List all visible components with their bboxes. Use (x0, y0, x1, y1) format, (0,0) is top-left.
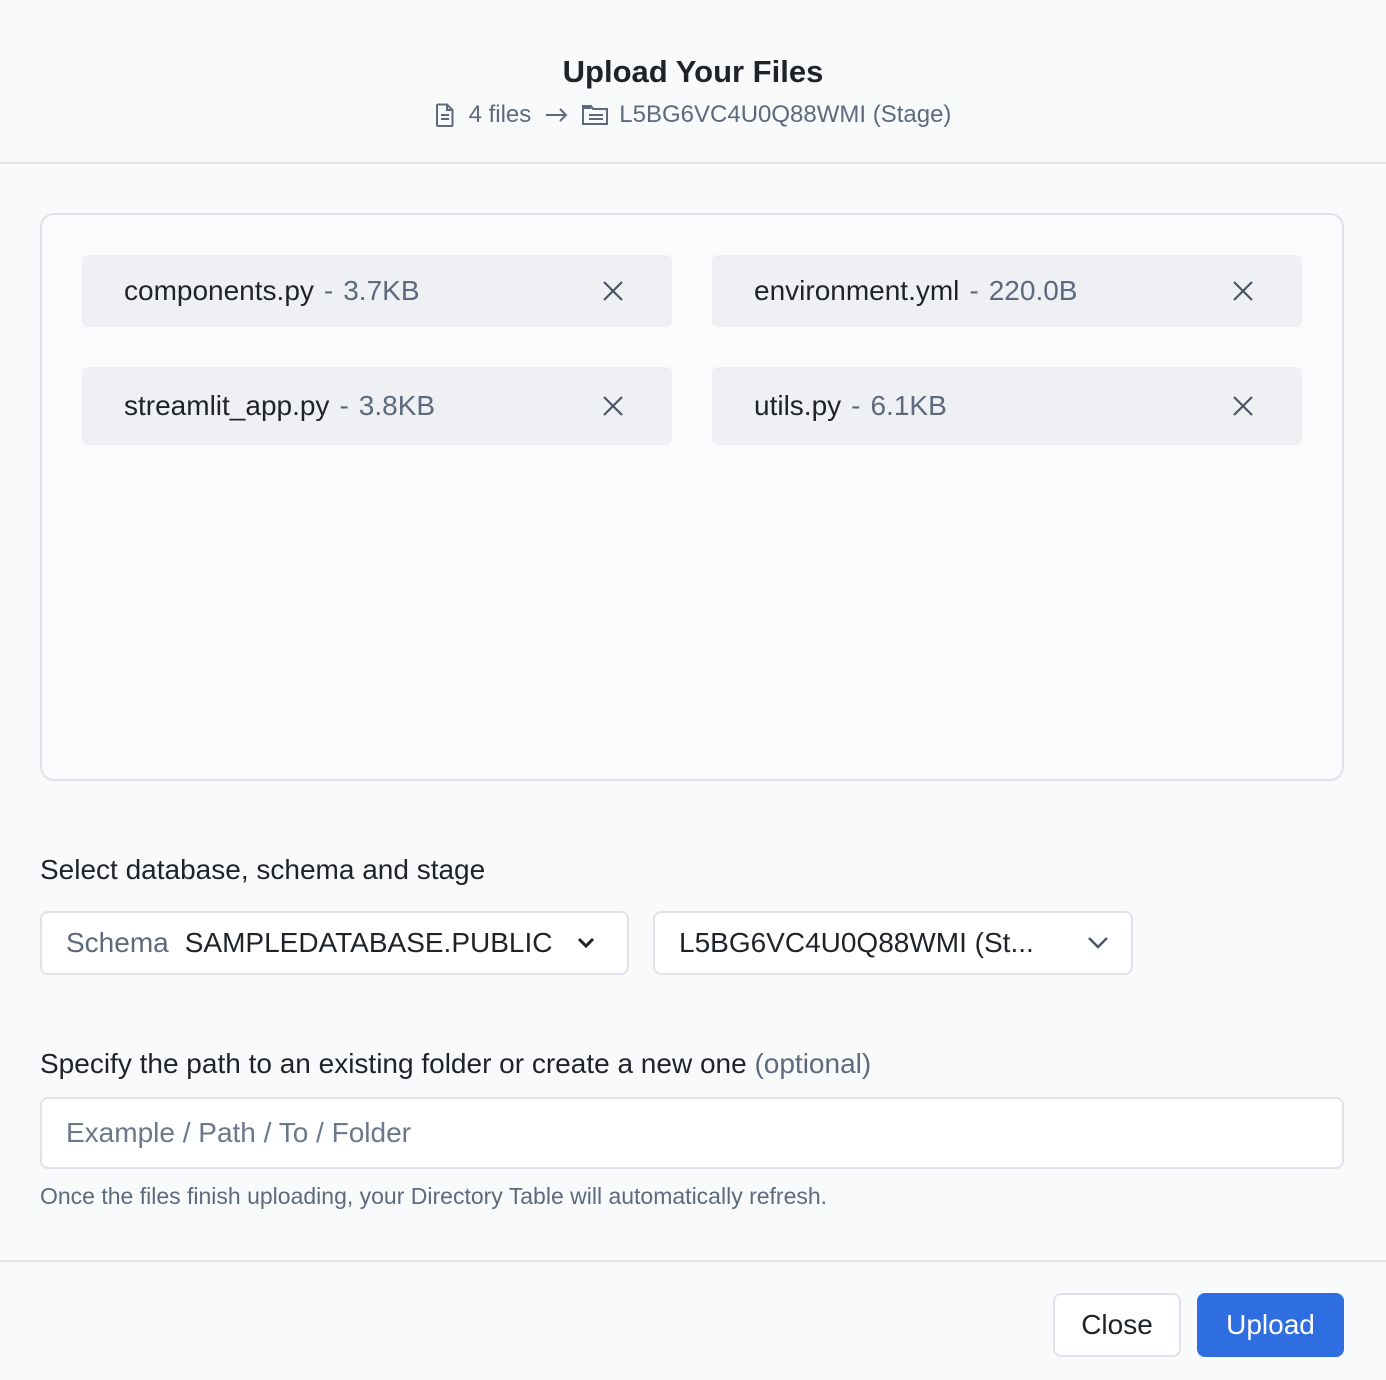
upload-button[interactable]: Upload (1197, 1293, 1344, 1357)
file-name: utils.py (754, 390, 842, 421)
file-separator: - (969, 275, 979, 306)
schema-prefix: Schema (66, 927, 169, 958)
dialog-title: Upload Your Files (562, 54, 824, 89)
location-label: Select database, schema and stage (40, 854, 486, 885)
file-size: 6.1KB (870, 390, 947, 421)
remove-file-icon[interactable] (600, 393, 626, 419)
refresh-hint: Once the files finish uploading, your Di… (40, 1183, 828, 1209)
file-icon (435, 103, 455, 127)
optional-tag: (optional) (754, 1048, 872, 1079)
file-name: streamlit_app.py (124, 390, 330, 421)
footer-divider (0, 1260, 1386, 1262)
stage-value: L5BG6VC4U0Q88WMI (St... (679, 927, 1034, 958)
path-label: Specify the path to an existing folder o… (40, 1046, 871, 1082)
path-label-text: Specify the path to an existing folder o… (40, 1048, 747, 1079)
file-separator: - (339, 390, 349, 421)
stage-select[interactable]: L5BG6VC4U0Q88WMI (St... (653, 911, 1133, 975)
file-name: environment.yml (754, 275, 960, 306)
selected-files-area[interactable]: components.py - 3.7KB environment.yml - … (40, 213, 1344, 781)
folder-path-input[interactable] (40, 1097, 1344, 1169)
file-chip: utils.py - 6.1KB (712, 367, 1302, 445)
stage-folder-icon (581, 104, 609, 126)
file-chip: components.py - 3.7KB (82, 255, 672, 327)
upload-dialog: Upload Your Files 4 files L5BG6VC4U0Q88W… (0, 0, 1386, 1380)
remove-file-icon[interactable] (1230, 278, 1256, 304)
file-separator: - (851, 390, 861, 421)
file-size: 3.7KB (343, 275, 420, 306)
file-count: 4 files (468, 101, 532, 128)
file-chip: environment.yml - 220.0B (712, 255, 1302, 327)
file-size: 3.8KB (358, 390, 436, 421)
chevron-down-icon (1087, 936, 1109, 950)
file-chip: streamlit_app.py - 3.8KB (82, 367, 672, 445)
arrow-right-icon (545, 107, 569, 123)
upload-destination: L5BG6VC4U0Q88WMI (Stage) (619, 101, 952, 128)
file-separator: - (323, 275, 334, 306)
schema-value: SAMPLEDATABASE.PUBLIC (184, 927, 553, 958)
chevron-down-icon (577, 937, 595, 949)
file-name: components.py (124, 275, 314, 306)
remove-file-icon[interactable] (600, 278, 626, 304)
remove-file-icon[interactable] (1230, 393, 1256, 419)
close-button[interactable]: Close (1053, 1293, 1181, 1357)
dialog-header: Upload Your Files 4 files L5BG6VC4U0Q88W… (0, 0, 1386, 164)
upload-summary: 4 files L5BG6VC4U0Q88WMI (Stage) (0, 98, 1386, 132)
file-size: 220.0B (988, 275, 1078, 306)
schema-select[interactable]: Schema SAMPLEDATABASE.PUBLIC (40, 911, 629, 975)
